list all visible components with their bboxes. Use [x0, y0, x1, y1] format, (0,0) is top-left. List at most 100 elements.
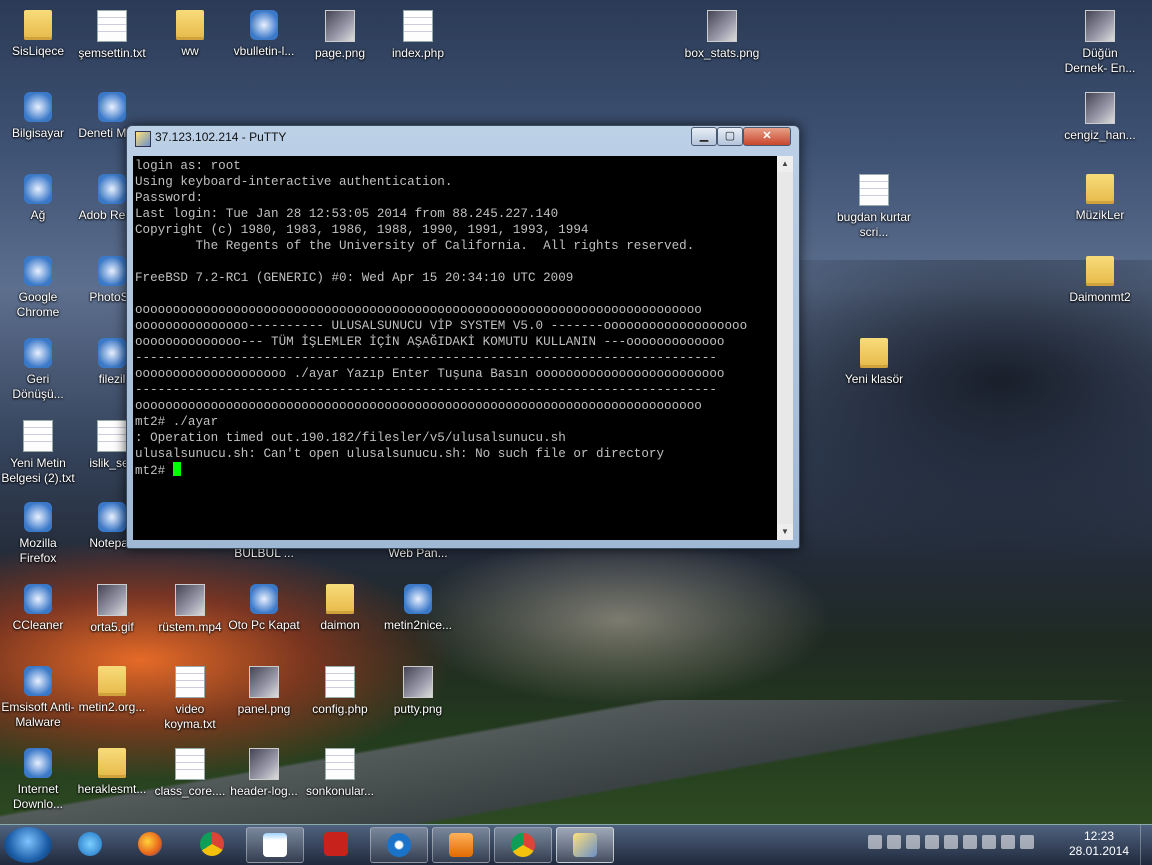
app-icon — [98, 502, 126, 532]
desktop-icon[interactable]: Internet Downlo... — [0, 748, 76, 812]
taskbar-chrome-window[interactable] — [494, 827, 552, 863]
taskbar-notepad[interactable] — [246, 827, 304, 863]
network-icon[interactable] — [1001, 835, 1015, 849]
desktop-icon[interactable]: Yeni klasör — [836, 338, 912, 387]
folder-icon — [98, 666, 126, 696]
taskbar-chrome[interactable] — [184, 827, 240, 861]
desktop-icon-label: Internet Downlo... — [12, 782, 64, 811]
desktop-icon-label: vbulletin-l... — [233, 44, 295, 58]
desktop-icon[interactable]: vbulletin-l... — [226, 10, 302, 59]
desktop-icon[interactable]: heraklesmt... — [74, 748, 150, 797]
desktop-icon[interactable]: Mozilla Firefox — [0, 502, 76, 566]
desktop-icon[interactable]: şemsettin.txt — [74, 10, 150, 61]
taskbar-video-app[interactable] — [432, 827, 490, 863]
taskbar-internet-explorer[interactable] — [62, 827, 118, 861]
show-desktop-button[interactable] — [1140, 825, 1152, 865]
desktop-icon[interactable]: class_core.... — [152, 748, 228, 799]
app-icon — [24, 92, 52, 122]
notepad-icon — [263, 833, 287, 857]
volume-icon[interactable] — [1020, 835, 1034, 849]
img-icon — [325, 10, 355, 42]
taskbar-putty[interactable] — [556, 827, 614, 863]
doc-icon — [403, 10, 433, 42]
desktop-icon[interactable]: video koyma.txt — [152, 666, 228, 732]
desktop-icon[interactable]: Daimonmt2 — [1062, 256, 1138, 305]
desktop-icon[interactable]: ww — [152, 10, 228, 59]
img-icon — [1085, 92, 1115, 124]
app-icon — [250, 10, 278, 40]
app-icon — [24, 502, 52, 532]
terminal-area[interactable]: login as: root Using keyboard-interactiv… — [133, 156, 777, 540]
desktop-icon[interactable]: Yeni Metin Belgesi (2).txt — [0, 420, 76, 486]
scrollbar[interactable]: ▲ ▼ — [777, 156, 793, 540]
flag-icon[interactable] — [982, 835, 996, 849]
desktop-icon[interactable]: metin2nice... — [380, 584, 456, 633]
scroll-down-arrow-icon[interactable]: ▼ — [777, 524, 793, 540]
title-bar[interactable]: 37.123.102.214 - PuTTY ▁ ▢ ✕ — [127, 126, 799, 150]
putty-window[interactable]: 37.123.102.214 - PuTTY ▁ ▢ ✕ login as: r… — [126, 125, 800, 549]
tray-app-icon[interactable] — [944, 835, 958, 849]
folder-icon — [24, 10, 52, 40]
clock[interactable]: 12:23 28.01.2014 — [1064, 829, 1134, 859]
chrome-icon — [511, 833, 535, 857]
desktop-icon[interactable]: box_stats.png — [684, 10, 760, 61]
desktop-icon-label: metin2.org... — [78, 700, 146, 714]
desktop-icon[interactable]: Geri Dönüşü... — [0, 338, 76, 402]
desktop-icon[interactable]: daimon — [302, 584, 378, 633]
maximize-button[interactable]: ▢ — [717, 127, 743, 146]
img-icon — [707, 10, 737, 42]
taskbar-media-app[interactable] — [370, 827, 428, 863]
desktop-icon[interactable]: Oto Pc Kapat — [226, 584, 302, 633]
desktop-icon[interactable]: Bilgisayar — [0, 92, 76, 141]
desktop-icon[interactable]: putty.png — [380, 666, 456, 717]
taskbar-filezilla[interactable] — [308, 827, 364, 861]
desktop-icon-label: metin2nice... — [383, 618, 453, 632]
desktop-icon-label: Geri Dönüşü... — [12, 372, 64, 401]
desktop-icon-label: heraklesmt... — [77, 782, 147, 796]
close-button[interactable]: ✕ — [743, 127, 791, 146]
desktop-icon[interactable]: orta5.gif — [74, 584, 150, 635]
app-icon — [98, 338, 126, 368]
desktop-icon-label: panel.png — [237, 702, 291, 716]
img-icon — [1085, 10, 1115, 42]
desktop-icon[interactable]: Emsisoft Anti-Malware — [0, 666, 76, 730]
desktop-icon-label: Düğün Dernek- En... — [1064, 46, 1136, 75]
desktop-icon[interactable]: panel.png — [226, 666, 302, 717]
desktop-icon[interactable]: cengiz_han... — [1062, 92, 1138, 143]
desktop-icon[interactable]: metin2.org... — [74, 666, 150, 715]
doc-icon — [97, 420, 127, 452]
doc-icon — [97, 10, 127, 42]
app-icon — [24, 584, 52, 614]
desktop-icon-label: box_stats.png — [684, 46, 760, 60]
tray-app-icon[interactable] — [925, 835, 939, 849]
desktop-icon[interactable]: config.php — [302, 666, 378, 717]
minimize-button[interactable]: ▁ — [691, 127, 717, 146]
scroll-up-arrow-icon[interactable]: ▲ — [777, 156, 793, 172]
desktop-icon[interactable]: SisLiqece — [0, 10, 76, 59]
desktop-icon[interactable]: MüzikLer — [1062, 174, 1138, 223]
taskbar-firefox[interactable] — [122, 827, 178, 861]
desktop-icon[interactable]: CCleaner — [0, 584, 76, 633]
desktop-icon[interactable]: bugdan kurtar scri... — [836, 174, 912, 240]
desktop-icon[interactable]: rüstem.mp4 — [152, 584, 228, 635]
desktop-icon[interactable]: Düğün Dernek- En... — [1062, 10, 1138, 76]
desktop-icon[interactable]: header-log... — [226, 748, 302, 799]
tray-app-icon[interactable] — [887, 835, 901, 849]
desktop-icon[interactable]: index.php — [380, 10, 456, 61]
tray-app-icon[interactable] — [906, 835, 920, 849]
doc-icon — [175, 666, 205, 698]
desktop-icon-label: Oto Pc Kapat — [228, 618, 300, 632]
tray-app-icon[interactable] — [868, 835, 882, 849]
app-icon — [98, 174, 126, 204]
desktop-icon-label: filezil — [98, 372, 126, 386]
desktop-icon[interactable]: Ağ — [0, 174, 76, 223]
desktop-icon-label: Daimonmt2 — [1069, 290, 1131, 304]
desktop-icon[interactable]: Google Chrome — [0, 256, 76, 320]
app-icon — [404, 584, 432, 614]
chrome-icon — [200, 832, 224, 856]
desktop-icon[interactable]: page.png — [302, 10, 378, 61]
start-button[interactable] — [4, 827, 52, 863]
tray-app-icon[interactable] — [963, 835, 977, 849]
desktop-icon[interactable]: sonkonular... — [302, 748, 378, 799]
app-icon — [250, 584, 278, 614]
